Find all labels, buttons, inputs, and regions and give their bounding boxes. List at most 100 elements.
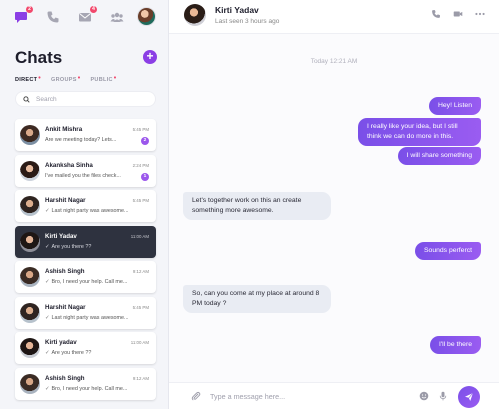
conversation-name: Akanksha Sinha [45,161,93,169]
phone-icon [47,11,59,23]
message-input[interactable] [210,389,410,403]
message-out: Sounds perferct [415,242,481,260]
tab-public[interactable]: PUBLIC• [90,75,117,83]
message-out: Hey! Listen [428,97,481,115]
conversation-name: Harshit Nagar [45,197,86,204]
conversation-preview: ✓ Are you there ?? [45,243,92,250]
conversation-list: Ankit Mishra Are we meeting today? Lets..… [15,119,156,403]
conversation-item[interactable]: Ashish Singh ✓ Bro, I need your help. Call… [15,367,156,400]
search-input[interactable] [36,95,146,103]
double-check-icon: ✓ [45,314,50,321]
video-icon [453,11,463,17]
conversation-name: Kirti yadav [45,339,77,346]
user-avatar[interactable] [137,7,156,26]
chat-header: Kirti Yadav Last seen 3 hours ago [169,0,499,34]
avatar [20,338,40,358]
conversation-time: 11:00 AM [130,340,149,345]
mail-badge: 4 [90,6,97,13]
message-in: So, can you come at my place at around 8… [183,285,331,313]
tab-groups[interactable]: GROUPS• [51,75,81,83]
emoji-icon[interactable] [419,391,429,401]
send-icon [465,392,474,401]
chat-badge: 2 [26,6,33,13]
conversation-item[interactable]: Harshit Nagar ✓ Last night party was aweso… [15,190,156,222]
call-button[interactable] [431,9,441,19]
attachment-icon[interactable] [191,391,201,401]
message-in: Let's together work on this an create so… [183,192,331,220]
tab-direct[interactable]: DIRECT• [15,75,42,83]
conversation-time: 5:45 PM [132,127,149,132]
more-horizontal-icon [475,12,485,16]
contact-avatar[interactable] [184,4,206,26]
group-icon [110,12,124,22]
conversation-name: Kirti Yadav [45,232,77,240]
chat-bubble-icon [15,12,27,23]
conversation-time: 9:12 AM [132,269,149,274]
conversation-item[interactable]: Ankit Mishra Are we meeting today? Lets..… [15,119,156,151]
unread-badge: 2 [141,137,149,145]
conversation-name: Harshit Nagar [45,303,86,311]
conversation-item[interactable]: Ashish Singh ✓ Bro, I need your help. Call… [15,261,156,293]
conversation-name: Ashish Singh [45,374,85,382]
avatar [20,196,40,216]
phone-icon [432,10,440,18]
conversation-name: Ankit Mishra [45,126,83,133]
contact-status: Last seen 3 hours ago [215,18,280,25]
nav-groups-button[interactable] [110,10,124,24]
chat-tabs: DIRECT• GROUPS• PUBLIC• [15,75,117,83]
conversation-item[interactable]: Harshit Nagar ✓ Last night party was aweso… [15,296,156,329]
top-nav: 2 4 [0,0,169,34]
conversation-item[interactable]: Akanksha Sinha I've mailed you the files … [15,154,156,187]
avatar [20,125,40,145]
header-actions [431,9,485,19]
chat-panel: Kirti Yadav Last seen 3 hours ago Today … [169,0,499,409]
avatar [20,302,40,323]
page-title: Chats [15,48,63,67]
conversation-preview: ✓ Bro, I need your help. Call me... [45,279,128,285]
message-out: I will share something [397,147,481,165]
conversation-preview: I've mailed you the files check... [45,172,121,179]
conversation-preview: ✓ Bro, I need your help. Call me... [45,385,128,392]
tab-marker: • [77,75,81,82]
mail-icon [79,13,91,22]
conversation-time: 9:12 AM [132,375,149,381]
unread-badge: 1 [141,172,149,181]
more-options-button[interactable] [475,9,485,19]
send-button[interactable] [458,386,480,408]
tab-marker: • [113,75,117,82]
conversation-name: Ashish Singh [45,268,85,275]
search-icon [23,95,30,103]
double-check-icon: ✓ [45,279,50,285]
nav-chats-button[interactable]: 2 [14,6,33,24]
double-check-icon: ✓ [45,350,50,356]
message-out: I really like your idea, but I still thi… [358,118,481,146]
conversation-preview: ✓ Last night party was awesome... [45,208,129,214]
conversation-item[interactable]: Kirti yadav ✓ Are you there ?? 11:00 AM [15,332,156,364]
nav-calls-button[interactable] [46,10,60,24]
avatar [20,373,40,394]
conversation-preview: ✓ Last night party was awesome... [45,314,129,321]
sidebar: 2 4 Chats + DIRECT• GROUPS• PUBLIC• Anki… [0,0,169,409]
avatar [20,267,40,287]
conversation-preview: ✓ Are you there ?? [45,350,92,356]
conversation-time: 5:45 PM [132,304,149,310]
new-chat-button[interactable]: + [143,50,157,64]
video-call-button[interactable] [453,9,463,19]
message-composer [169,382,499,409]
avatar [20,160,40,181]
tab-marker: • [38,75,42,82]
conversation-time: 2:24 PM [132,162,149,168]
conversation-time: 5:45 PM [132,198,149,203]
contact-name: Kirti Yadav [215,5,259,15]
avatar [20,231,40,252]
date-separator: Today 12:21 AM [310,58,358,65]
conversation-time: 11:00 AM [130,233,149,239]
double-check-icon: ✓ [45,208,50,214]
search-box[interactable] [15,91,156,107]
double-check-icon: ✓ [45,385,50,392]
nav-mail-button[interactable]: 4 [78,6,97,24]
microphone-icon[interactable] [438,391,448,401]
message-out: I'll be there [429,336,481,354]
conversation-preview: Are we meeting today? Lets... [45,137,117,143]
conversation-item[interactable]: Kirti Yadav ✓ Are you there ?? 11:00 AM [15,225,156,258]
